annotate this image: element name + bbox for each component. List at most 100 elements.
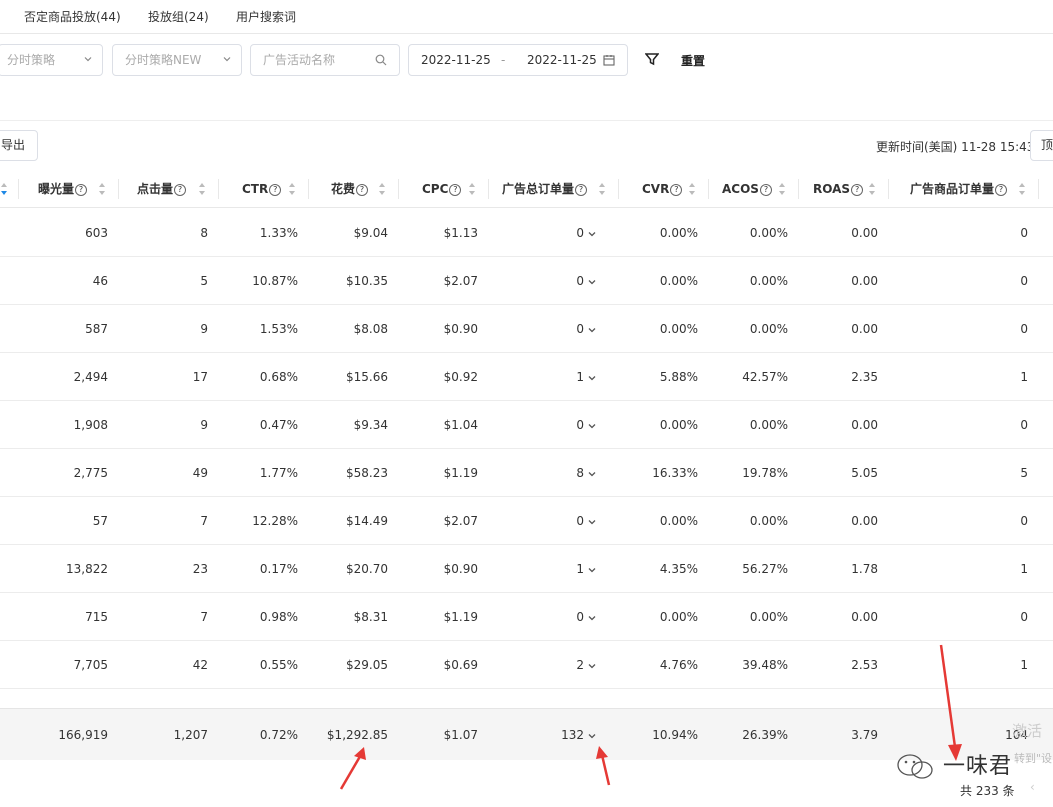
- column-header-roas[interactable]: ROAS?: [813, 170, 864, 208]
- help-icon[interactable]: ?: [851, 183, 864, 196]
- cell-cpc: $2.07: [444, 257, 478, 305]
- column-separator: [888, 179, 889, 199]
- sort-icon[interactable]: [0, 182, 8, 196]
- help-icon[interactable]: ?: [174, 183, 187, 196]
- cell-value: 0.00%: [659, 514, 698, 528]
- cell-value: $0.69: [443, 658, 478, 672]
- cell-total-orders[interactable]: 0: [576, 401, 596, 449]
- total-value: $1.07: [443, 728, 478, 742]
- cell-ctr: 10.87%: [252, 257, 298, 305]
- column-header-acos[interactable]: ACOS?: [722, 170, 772, 208]
- help-icon[interactable]: ?: [759, 183, 772, 196]
- cell-total-orders[interactable]: 1: [576, 353, 596, 401]
- chevron-down-icon[interactable]: [588, 662, 596, 670]
- chevron-down-icon[interactable]: [588, 614, 596, 622]
- tab-bar: 否定商品投放(44) 投放组(24) 用户搜索词: [0, 0, 1053, 34]
- cell-total-orders[interactable]: 0: [576, 593, 596, 641]
- top-button[interactable]: 顶: [1030, 130, 1053, 161]
- date-start[interactable]: 2022-11-25: [421, 45, 491, 75]
- help-icon[interactable]: ?: [995, 183, 1008, 196]
- cell-value: 0: [576, 514, 584, 528]
- chevron-down-icon[interactable]: [588, 422, 596, 430]
- cell-value: $0.90: [443, 562, 478, 576]
- sort-icon[interactable]: [468, 182, 476, 196]
- chevron-down-icon[interactable]: [588, 732, 596, 740]
- column-header-total-orders[interactable]: 广告总订单量?: [502, 170, 588, 208]
- reset-button[interactable]: 重置: [681, 52, 705, 69]
- total-value: 1,207: [173, 728, 208, 742]
- strategy-new-select[interactable]: 分时策略NEW: [112, 44, 242, 76]
- cell-cvr: 0.00%: [660, 209, 698, 257]
- sort-icon[interactable]: [868, 182, 876, 196]
- column-header-spend[interactable]: 花费?: [331, 170, 369, 208]
- cell-total-orders[interactable]: 1: [576, 545, 596, 593]
- update-time: 更新时间(美国) 11-28 15:43: [876, 140, 1035, 154]
- sort-icon[interactable]: [378, 182, 386, 196]
- sort-icon[interactable]: [198, 182, 206, 196]
- column-header-label: 花费: [331, 182, 356, 196]
- sort-icon[interactable]: [98, 182, 106, 196]
- cell-total-orders[interactable]: 0: [576, 305, 596, 353]
- cell-value: 0.00%: [749, 610, 788, 624]
- cell-total-orders[interactable]: 0: [576, 497, 596, 545]
- sort-icon[interactable]: [288, 182, 296, 196]
- chevron-down-icon[interactable]: [588, 566, 596, 574]
- sort-icon[interactable]: [1018, 182, 1026, 196]
- cell-cpc: $1.13: [444, 209, 478, 257]
- total-total-orders[interactable]: 132: [561, 709, 596, 761]
- chevron-down-icon[interactable]: [588, 278, 596, 286]
- cell-total-orders[interactable]: 8: [576, 449, 596, 497]
- cell-value: 1: [1020, 658, 1028, 672]
- chevron-down-icon[interactable]: [588, 470, 596, 478]
- column-header-ctr[interactable]: CTR?: [242, 170, 282, 208]
- help-icon[interactable]: ?: [269, 183, 282, 196]
- total-value: 26.39%: [742, 728, 788, 742]
- column-header-cpc[interactable]: CPC?: [422, 170, 462, 208]
- sort-icon[interactable]: [598, 182, 606, 196]
- column-header-impressions[interactable]: 曝光量?: [38, 170, 88, 208]
- cell-value: 0.00%: [749, 418, 788, 432]
- cell-value: 0.00: [851, 322, 878, 336]
- column-header-clicks[interactable]: 点击量?: [137, 170, 187, 208]
- sort-icon[interactable]: [778, 182, 786, 196]
- chevron-down-icon[interactable]: [588, 230, 596, 238]
- filter-funnel-icon[interactable]: [645, 52, 659, 66]
- tab-ad-groups[interactable]: 投放组(24): [148, 8, 209, 25]
- cell-product-orders: 1: [1020, 353, 1028, 401]
- chevron-down-icon[interactable]: [588, 326, 596, 334]
- chevron-down-icon[interactable]: [588, 518, 596, 526]
- cell-clicks: 9: [200, 305, 208, 353]
- chevron-down-icon[interactable]: [588, 374, 596, 382]
- cell-total-orders[interactable]: 0: [576, 209, 596, 257]
- date-end[interactable]: 2022-11-25: [527, 45, 597, 75]
- sort-icon[interactable]: [688, 182, 696, 196]
- cell-value: 0.00%: [659, 226, 698, 240]
- cell-cpc: $1.04: [444, 401, 478, 449]
- cell-value: 2,775: [73, 466, 108, 480]
- column-header-product-orders[interactable]: 广告商品订单量?: [910, 170, 1008, 208]
- export-button[interactable]: 导出: [0, 130, 38, 161]
- cell-value: $2.07: [443, 274, 478, 288]
- help-icon[interactable]: ?: [75, 183, 88, 196]
- total-clicks: 1,207: [174, 709, 208, 761]
- help-icon[interactable]: ?: [670, 183, 683, 196]
- strategy-select[interactable]: 分时策略: [0, 44, 103, 76]
- campaign-search-input[interactable]: 广告活动名称: [250, 44, 400, 76]
- tab-negative-product-targeting[interactable]: 否定商品投放(44): [24, 8, 121, 25]
- help-icon[interactable]: ?: [449, 183, 462, 196]
- tab-search-terms[interactable]: 用户搜索词: [236, 8, 296, 25]
- help-icon[interactable]: ?: [356, 183, 369, 196]
- cell-acos: 0.00%: [750, 209, 788, 257]
- cell-total-orders[interactable]: 2: [576, 641, 596, 689]
- cell-value: 0.00%: [659, 322, 698, 336]
- help-icon[interactable]: ?: [575, 183, 588, 196]
- table-row: 587 9 1.53% $8.08 $0.90 0 0.00% 0.00% 0.00 0: [0, 305, 1053, 353]
- cell-spend: $14.49: [346, 497, 388, 545]
- cell-total-orders[interactable]: 0: [576, 257, 596, 305]
- pagination-prev-button[interactable]: ‹: [1030, 780, 1035, 794]
- date-range-picker[interactable]: 2022-11-25 - 2022-11-25: [408, 44, 628, 76]
- total-ctr: 0.72%: [260, 709, 298, 761]
- column-header-cvr[interactable]: CVR?: [642, 170, 683, 208]
- cell-value: 8: [200, 226, 208, 240]
- cell-value: $0.92: [443, 370, 478, 384]
